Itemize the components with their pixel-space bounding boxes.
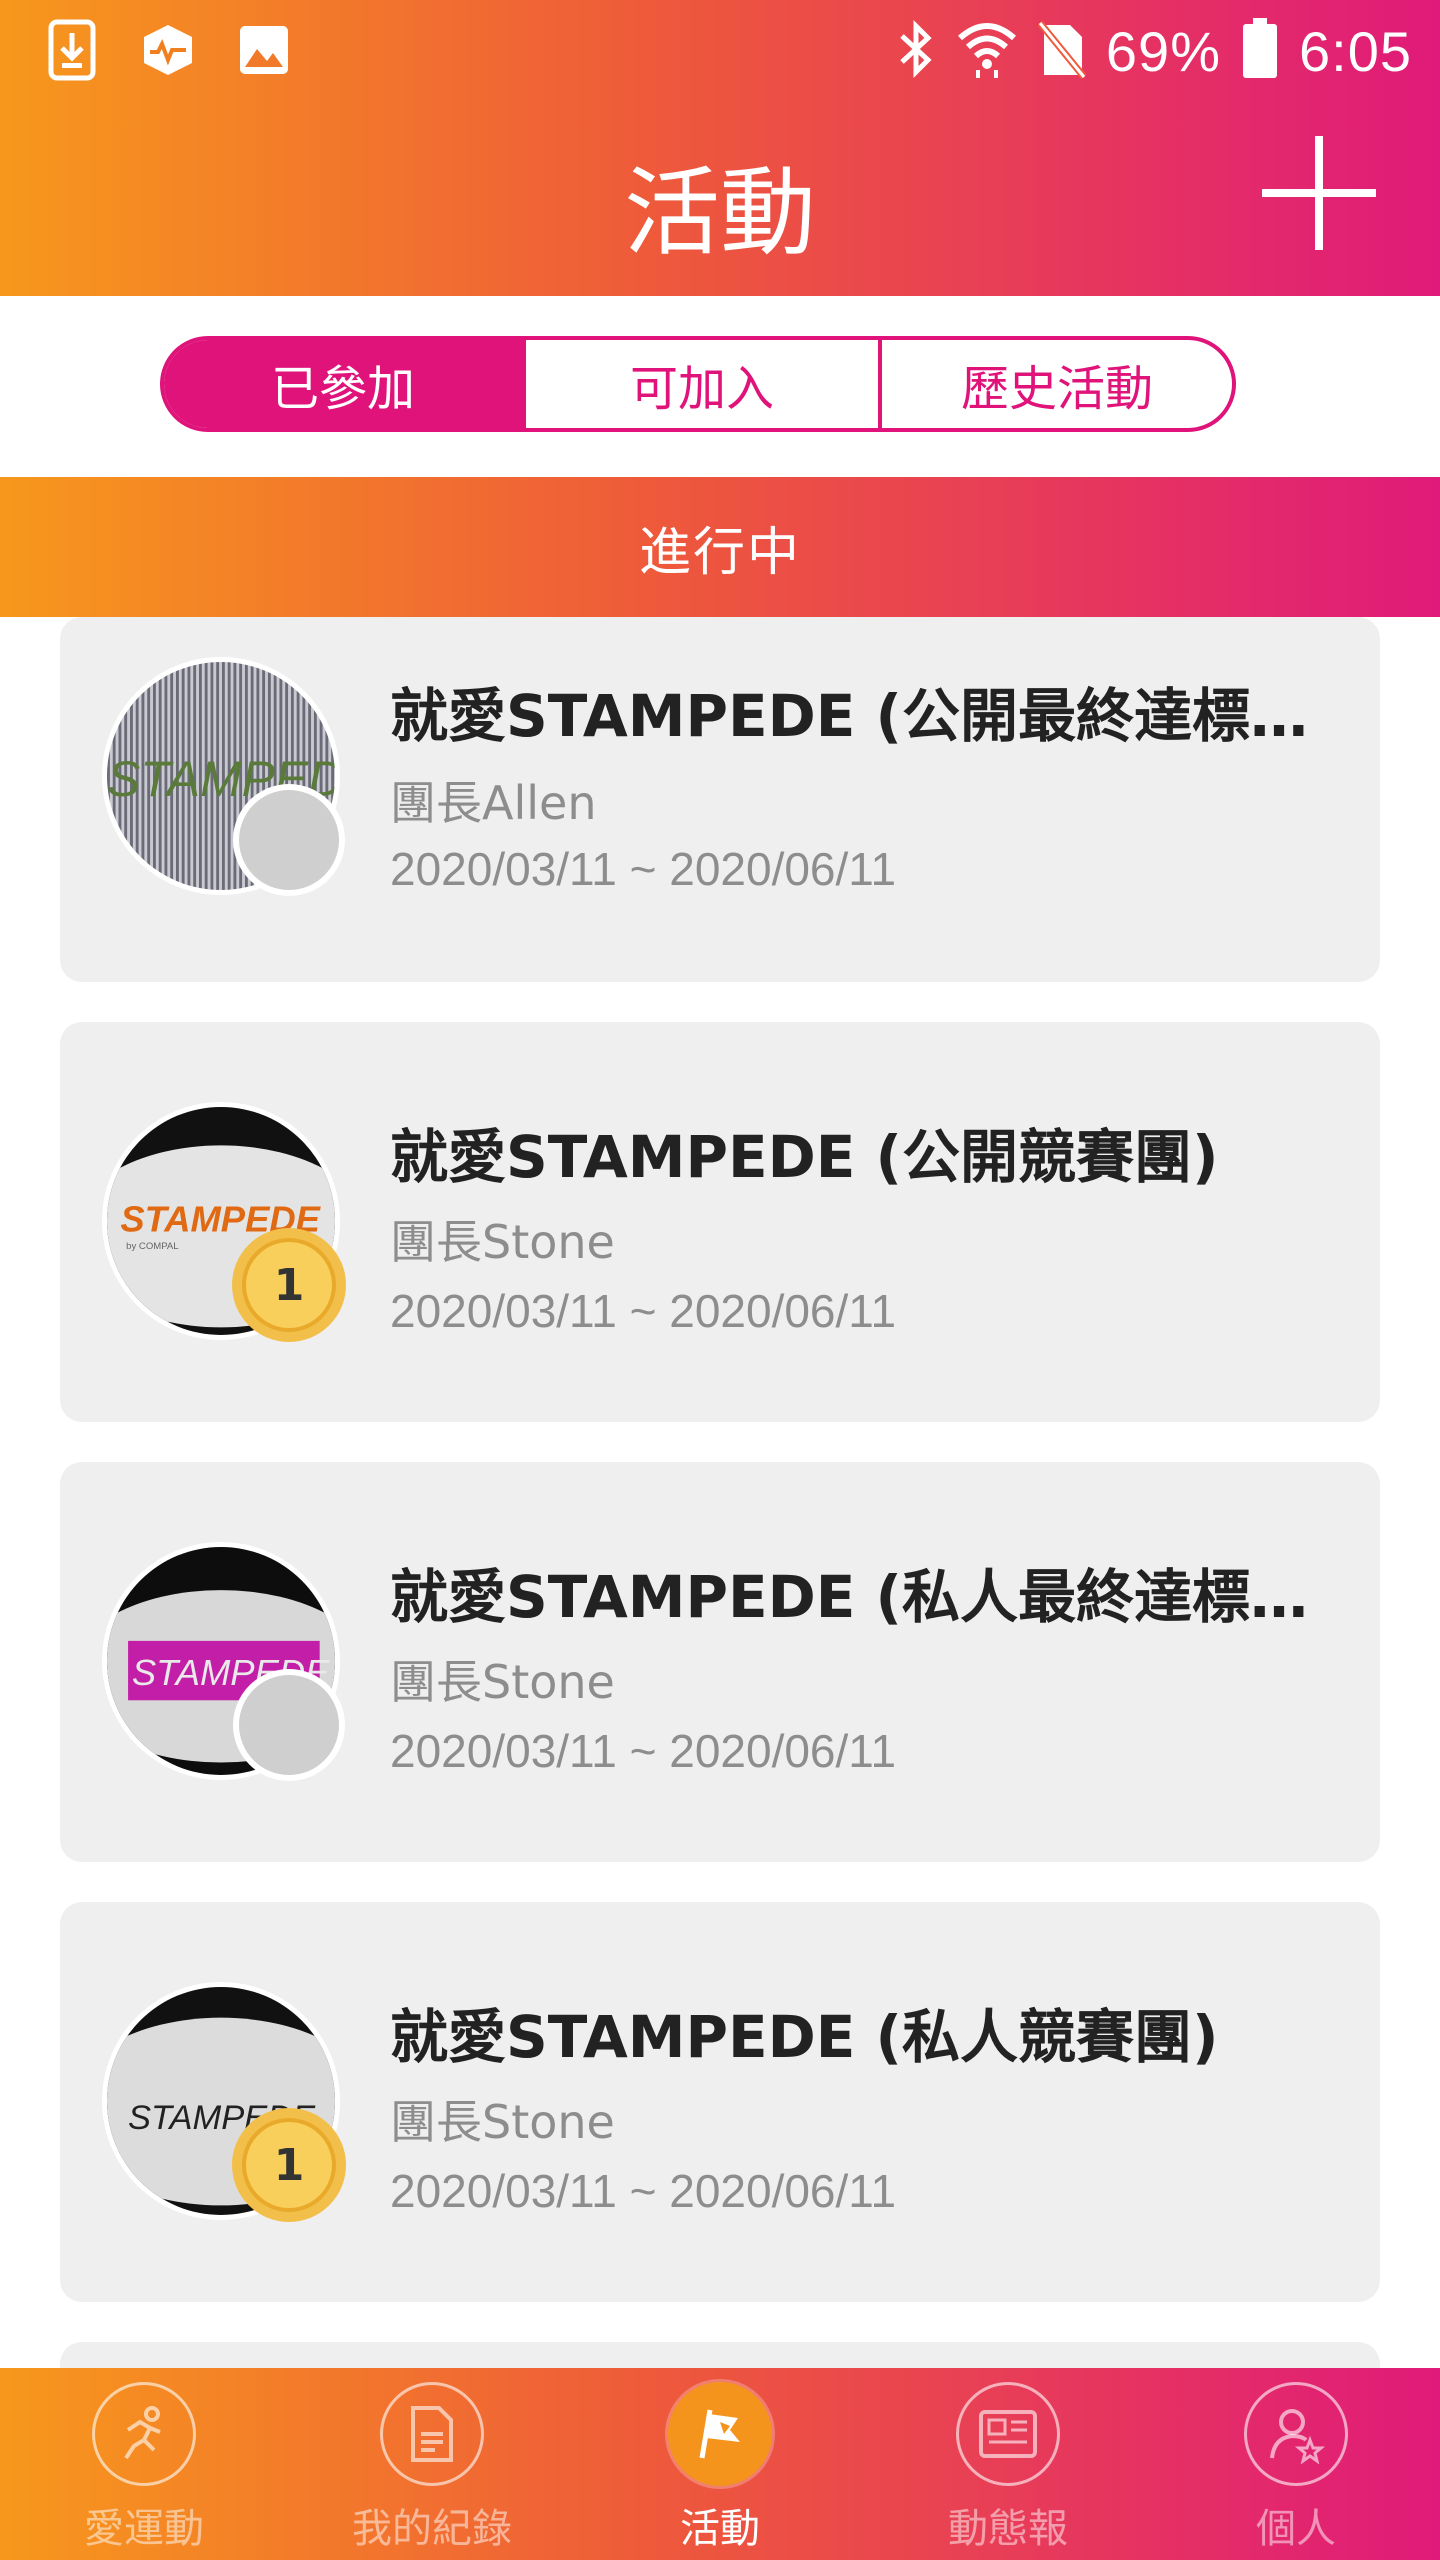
rank-badge: 1 [230, 1226, 348, 1344]
nav-label: 愛運動 [84, 2506, 204, 2552]
activity-dates: 2020/03/11 ~ 2020/06/11 [390, 843, 897, 895]
plus-icon [1262, 136, 1376, 250]
profile-icon [1244, 2382, 1348, 2486]
rank-badge-empty [230, 781, 348, 899]
image-icon [236, 22, 292, 78]
section-header-ongoing: 進行中 [0, 477, 1440, 617]
activity-title: 就愛STAMPEDE (公開競賽團) [390, 1123, 1219, 1191]
activity-tabs: 已參加 可加入 歷史活動 [160, 336, 1236, 432]
rank-badge-empty [230, 1666, 348, 1784]
nav-label: 我的紀錄 [352, 2506, 512, 2552]
activity-dates: 2020/03/11 ~ 2020/06/11 [390, 2165, 897, 2217]
bluetooth-icon [896, 18, 936, 84]
battery-percent: 69% [1105, 19, 1221, 83]
page-title: 活動 [624, 157, 816, 269]
nav-label: 動態報 [948, 2506, 1068, 2552]
battery-icon [1241, 18, 1279, 84]
wifi-icon [956, 20, 1018, 82]
nav-label: 活動 [680, 2506, 760, 2552]
nav-sport[interactable]: 愛運動 [0, 2368, 288, 2560]
activity-card[interactable]: STAMPEDE 就愛STAMPEDE (私人最終達標… 團長Stone 202… [60, 1462, 1380, 1862]
activity-card[interactable]: STAMPEDE 1 就愛STAMPEDE (私人競賽團) 團長Stone 20… [60, 1902, 1380, 2302]
nav-records[interactable]: 我的紀錄 [288, 2368, 576, 2560]
activity-card[interactable]: STAMPEDE 就愛STAMPEDE (公開最終達標… 團長Allen 202… [60, 617, 1380, 982]
activity-dates: 2020/03/11 ~ 2020/06/11 [390, 1725, 897, 1777]
activity-title: 就愛STAMPEDE (私人最終達標… [390, 1563, 1309, 1631]
status-bar: 69% 6:05 [896, 14, 1412, 88]
no-sim-icon [1037, 19, 1087, 83]
document-icon [380, 2382, 484, 2486]
nav-activities[interactable]: 活動 [576, 2368, 864, 2560]
nav-label: 個人 [1256, 2506, 1336, 2552]
activity-leader: 團長Stone [390, 2095, 615, 2149]
activity-leader: 團長Allen [390, 776, 597, 830]
rank-badge-number: 1 [274, 1260, 305, 1311]
download-icon [44, 19, 100, 81]
nav-news[interactable]: 動態報 [864, 2368, 1152, 2560]
app-header: 69% 6:05 活動 [0, 0, 1440, 296]
tab-joined[interactable]: 已參加 [164, 340, 522, 428]
tab-history[interactable]: 歷史活動 [878, 340, 1232, 428]
activity-dates: 2020/03/11 ~ 2020/06/11 [390, 1285, 897, 1337]
activity-leader: 團長Stone [390, 1655, 615, 1709]
app-icon [140, 22, 196, 78]
add-activity-button[interactable] [1256, 130, 1382, 256]
activity-title: 就愛STAMPEDE (私人競賽團) [390, 2003, 1219, 2071]
news-icon [956, 2382, 1060, 2486]
nav-profile[interactable]: 個人 [1152, 2368, 1440, 2560]
activity-leader: 團長Stone [390, 1215, 615, 1269]
rank-badge: 1 [230, 2106, 348, 2224]
activity-card[interactable]: STAMPEDE by COMPAL 1 就愛STAMPEDE (公開競賽團) … [60, 1022, 1380, 1422]
avatar-logo-subtext: by COMPAL [126, 1241, 178, 1252]
flag-icon [668, 2382, 772, 2486]
rank-badge-number: 1 [274, 2140, 305, 2191]
runner-icon [92, 2382, 196, 2486]
clock: 6:05 [1299, 19, 1412, 83]
bottom-nav: 愛運動 我的紀錄 活動 動態報 個人 [0, 2368, 1440, 2560]
tab-available[interactable]: 可加入 [522, 340, 878, 428]
activity-title: 就愛STAMPEDE (公開最終達標… [390, 682, 1309, 750]
